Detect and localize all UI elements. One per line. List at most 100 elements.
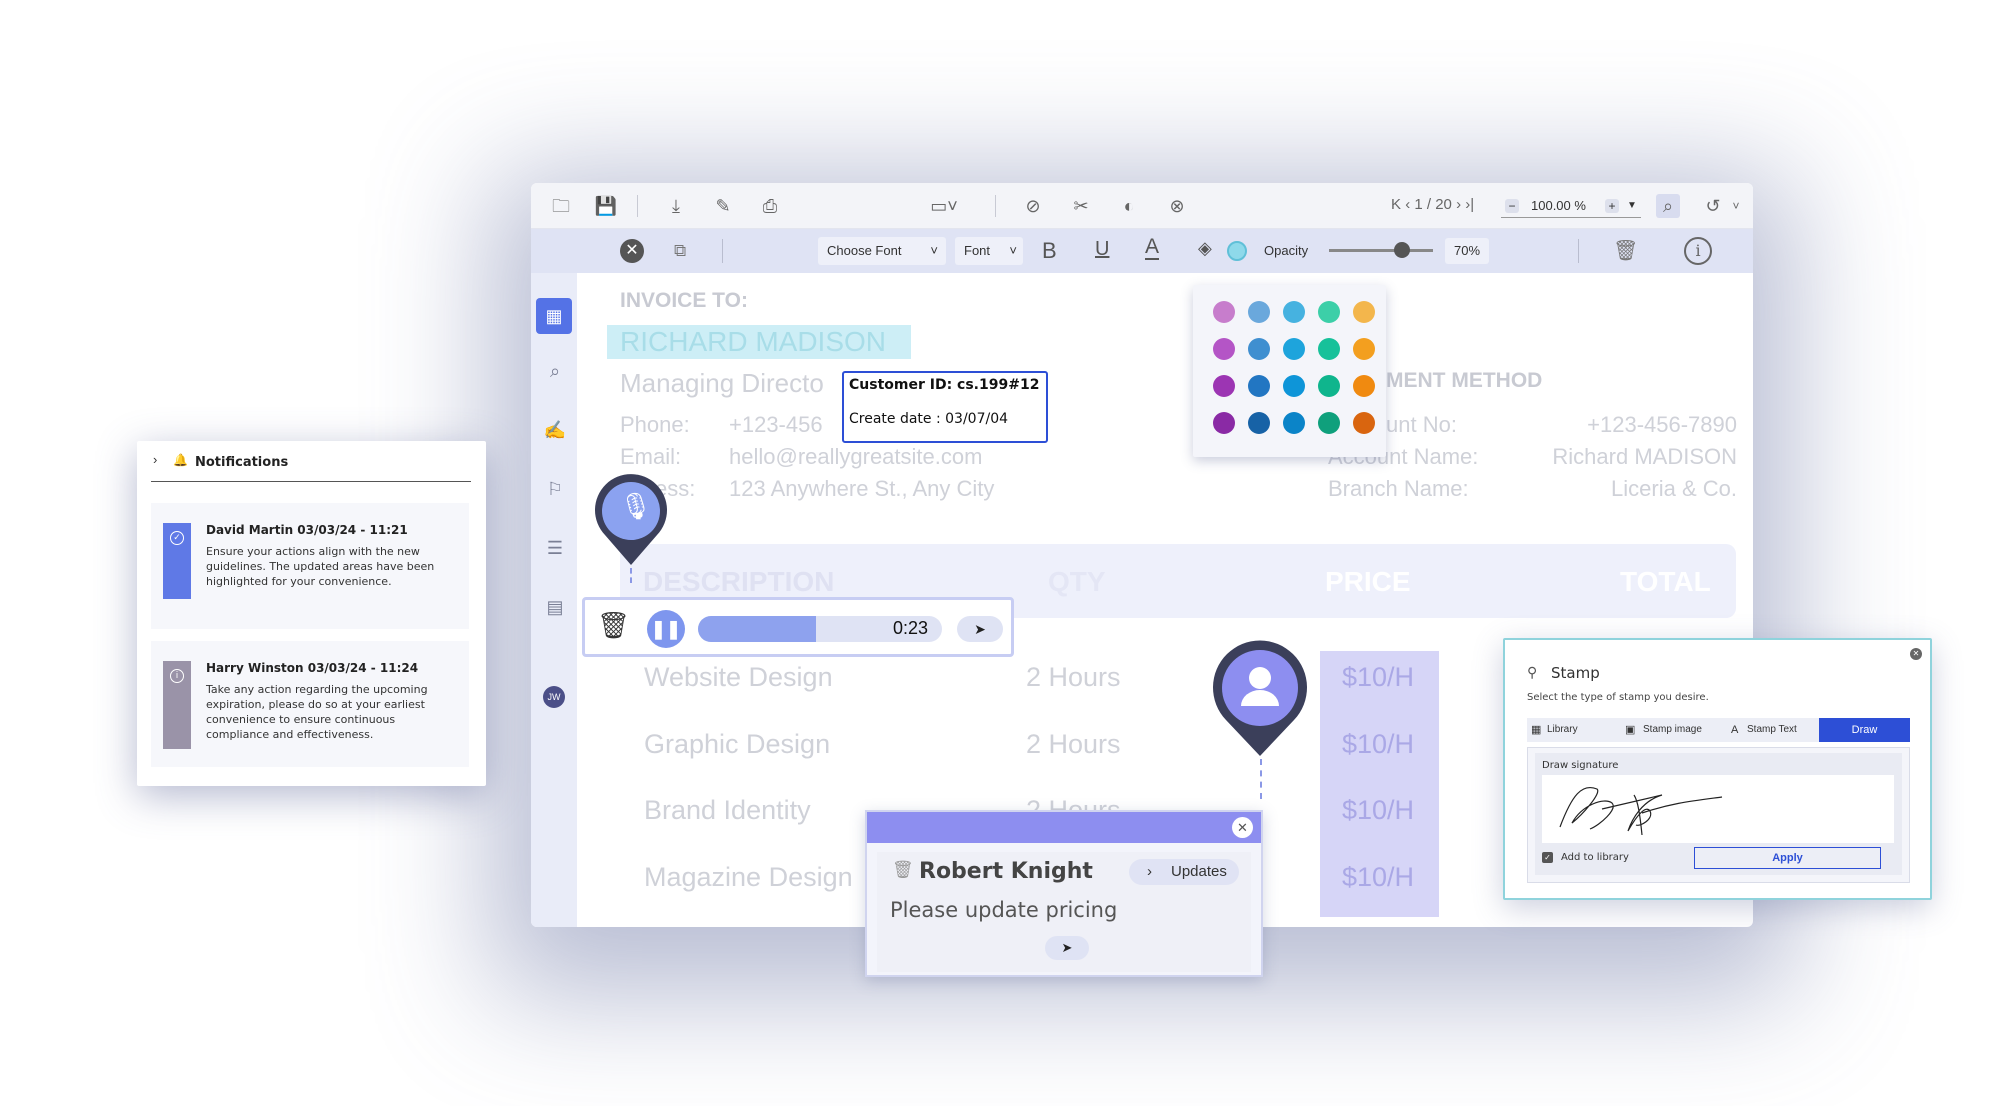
- chevron-down-icon[interactable]: ˅: [1724, 194, 1748, 218]
- color-swatch[interactable]: [1318, 375, 1340, 397]
- customer-id: Customer ID: cs.199#12: [849, 377, 1040, 393]
- color-swatch[interactable]: [1213, 301, 1235, 323]
- color-swatch[interactable]: [1353, 412, 1375, 434]
- close-icon[interactable]: ✕: [1910, 648, 1922, 660]
- zoom-fit-icon[interactable]: ⌕: [1656, 194, 1680, 218]
- audio-player: 🗑 ❚❚ 0:23 ➤: [582, 597, 1014, 657]
- grid-icon: ▦: [1531, 724, 1542, 736]
- customer-tooltip: Customer ID: cs.199#12 Create date : 03/…: [842, 371, 1048, 443]
- signature-icon[interactable]: ✍: [542, 417, 568, 443]
- notifications-panel: › 🔔 Notifications ✓ David Martin 03/03/2…: [137, 441, 486, 786]
- color-swatch[interactable]: [1318, 338, 1340, 360]
- comments-icon[interactable]: ☰: [542, 535, 568, 561]
- color-swatch[interactable]: [1248, 412, 1270, 434]
- last-page-icon: ›|: [1465, 196, 1475, 213]
- chevron-down-icon: ▼: [1627, 200, 1637, 211]
- page-nav[interactable]: K ‹ 1 / 20 › ›|: [1391, 196, 1474, 213]
- tab-stamp-text[interactable]: A Stamp Text: [1727, 718, 1817, 742]
- color-swatch[interactable]: [1353, 375, 1375, 397]
- hide-icon[interactable]: ⊗: [1165, 194, 1189, 218]
- voice-pin[interactable]: 🎙: [591, 473, 671, 567]
- open-file-icon[interactable]: 🗀: [549, 194, 573, 218]
- user-pin[interactable]: [1208, 640, 1312, 758]
- fill-color-icon[interactable]: ◈: [1198, 238, 1212, 259]
- trash-icon[interactable]: 🗑: [1613, 238, 1638, 263]
- opacity-label: Opacity: [1264, 243, 1309, 258]
- color-swatch[interactable]: [1213, 412, 1235, 434]
- print-icon[interactable]: ⎙: [758, 194, 782, 218]
- underline-button[interactable]: U: [1095, 238, 1109, 261]
- trash-icon[interactable]: 🗑: [892, 860, 914, 880]
- row-price: $10/H: [1342, 729, 1415, 759]
- check-icon: ✓: [170, 531, 184, 545]
- search-icon[interactable]: ⌕: [542, 358, 568, 384]
- signature-drawing: [1559, 787, 1723, 836]
- account-no-label: unt No:: [1386, 412, 1457, 437]
- color-swatch[interactable]: [1248, 301, 1270, 323]
- color-swatch[interactable]: [1318, 412, 1340, 434]
- phone-value: +123-456: [729, 412, 823, 437]
- branch-value: Liceria & Co.: [1611, 476, 1737, 501]
- undo-icon[interactable]: ↺: [1701, 194, 1725, 218]
- send-icon[interactable]: ➤: [957, 616, 1003, 642]
- apply-button[interactable]: Apply: [1694, 847, 1881, 869]
- thumbnails-icon[interactable]: ▦: [536, 298, 572, 334]
- text-color-button[interactable]: A: [1145, 236, 1160, 260]
- download-icon[interactable]: ⤓: [664, 194, 688, 218]
- note-dropdown-icon[interactable]: ▭˅: [924, 194, 964, 218]
- color-swatch[interactable]: [1353, 301, 1375, 323]
- signature-pad[interactable]: [1542, 775, 1894, 843]
- close-icon[interactable]: ✕: [1232, 817, 1253, 838]
- opacity-value[interactable]: 70%: [1445, 238, 1489, 264]
- branch-label: Branch Name:: [1328, 476, 1469, 501]
- chevron-right-icon[interactable]: ›: [153, 452, 157, 467]
- send-icon[interactable]: ➤: [1045, 936, 1089, 960]
- font-family-select[interactable]: Choose Font ˅: [818, 237, 946, 265]
- color-swatch[interactable]: [1283, 375, 1305, 397]
- erase-icon[interactable]: ⊘: [1021, 194, 1045, 218]
- color-swatch[interactable]: [1283, 301, 1305, 323]
- avatar[interactable]: JW: [543, 686, 565, 708]
- notification-item[interactable]: i Harry Winston 03/03/24 - 11:24 Take an…: [151, 641, 469, 767]
- trash-icon[interactable]: 🗑: [597, 610, 630, 641]
- notification-item[interactable]: ✓ David Martin 03/03/24 - 11:21 Ensure y…: [151, 503, 469, 629]
- info-icon[interactable]: i: [1684, 237, 1712, 265]
- info-icon: i: [170, 669, 184, 683]
- audio-progress[interactable]: 0:23: [698, 616, 942, 642]
- color-swatch[interactable]: [1318, 301, 1340, 323]
- scissors-icon[interactable]: ✂: [1069, 194, 1093, 218]
- brightness-icon[interactable]: ◐: [1117, 194, 1141, 218]
- selected-color-swatch[interactable]: [1227, 241, 1247, 261]
- prev-page-icon: ‹: [1405, 196, 1411, 213]
- audio-time: 0:23: [892, 618, 928, 638]
- stamp-tool-icon[interactable]: ⧉: [674, 241, 686, 261]
- color-swatch[interactable]: [1213, 338, 1235, 360]
- bold-button[interactable]: B: [1042, 238, 1057, 264]
- comment-text: Please update pricing: [890, 898, 1118, 922]
- layout-icon[interactable]: ▤: [542, 594, 568, 620]
- close-circle-icon[interactable]: ✕: [620, 239, 644, 263]
- color-swatch[interactable]: [1283, 412, 1305, 434]
- notification-header: David Martin 03/03/24 - 11:21: [206, 523, 408, 537]
- font-size-select[interactable]: Font ˅: [955, 237, 1023, 265]
- save-icon[interactable]: 💾: [594, 194, 618, 218]
- image-icon: ▣: [1625, 724, 1636, 736]
- color-swatch[interactable]: [1248, 338, 1270, 360]
- pen-icon[interactable]: ✎: [711, 194, 735, 218]
- invoice-heading: INVOICE TO:: [620, 289, 748, 312]
- tab-stamp-image[interactable]: ▣ Stamp image: [1621, 718, 1725, 742]
- color-swatch[interactable]: [1248, 375, 1270, 397]
- zoom-control[interactable]: − 100.00 % + ▼: [1501, 194, 1641, 218]
- row-price: $10/H: [1342, 862, 1415, 892]
- opacity-slider[interactable]: [1329, 242, 1433, 258]
- color-swatch[interactable]: [1283, 338, 1305, 360]
- bookmark-icon[interactable]: ⚐: [542, 476, 568, 502]
- pause-button[interactable]: ❚❚: [647, 610, 685, 648]
- tab-library[interactable]: ▦ Library: [1527, 718, 1615, 742]
- updates-tag[interactable]: › Updates: [1129, 859, 1239, 885]
- color-swatch[interactable]: [1353, 338, 1375, 360]
- add-to-library-checkbox[interactable]: ✓: [1542, 852, 1553, 863]
- tab-draw[interactable]: Draw: [1819, 718, 1910, 742]
- color-swatch[interactable]: [1213, 375, 1235, 397]
- left-sidebar: ▦ ⌕ ✍ ⚐ ☰ ▤ JW: [531, 273, 577, 927]
